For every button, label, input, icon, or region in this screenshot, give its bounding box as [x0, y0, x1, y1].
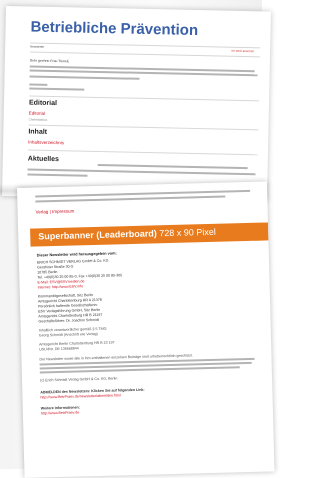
inhalt-link[interactable]: Inhaltsverzeichnis: [28, 139, 64, 145]
copyright: (c) Erich Schmidt Verlag GmbH & Co. KG, …: [39, 376, 118, 383]
newsletter-meta-bar: Newsletter Im Web ansehen: [30, 42, 261, 58]
editorial-link[interactable]: Editorial: [29, 111, 45, 116]
section-heading-editorial: Editorial: [28, 99, 58, 108]
aktuelles-line: [27, 173, 88, 177]
editorial-sub: Chefredaktion: [28, 117, 48, 122]
leaderboard-label: Superbanner (Leaderboard) 728 x 90 Pixel: [38, 227, 216, 242]
leaderboard-title: Superbanner (Leaderboard): [38, 228, 157, 242]
impressum-link[interactable]: Verlag | Impressum: [36, 209, 75, 215]
divider: [29, 95, 260, 102]
intro-line: [29, 83, 48, 86]
intro-line: [29, 75, 140, 80]
newsletter-preview-bottom: Verlag | Impressum Superbanner (Leaderbo…: [17, 181, 275, 478]
intro-line: [29, 87, 85, 91]
aktuelles-line: [97, 163, 248, 170]
background: Betriebliche Prävention Newsletter Im We…: [0, 0, 275, 478]
register-line: USt.IdNr. DE 136668844: [39, 346, 79, 352]
publisher-web-link[interactable]: Internet: http://www.ESV.info: [38, 284, 84, 289]
imprint-heading: Dieser Newsletter wird herausgegeben vom…: [36, 251, 117, 258]
section-heading-aktuelles: Aktuelles: [27, 155, 59, 164]
publisher-line: 10785 Berlin: [37, 269, 58, 275]
newsletter-title: Betriebliche Prävention: [30, 18, 199, 40]
divider: [27, 149, 258, 156]
leaderboard-ad-placeholder: Superbanner (Leaderboard) 728 x 90 Pixel: [30, 222, 269, 247]
legal-line: Geschäftsführer: Dr. Joachim Schmidt: [38, 317, 100, 324]
salutation: Sehr geehrte Frau Tümeli,: [29, 58, 70, 64]
web-view-link[interactable]: Im Web ansehen: [231, 49, 254, 53]
divider: [28, 124, 259, 131]
newsletter-preview-top: Betriebliche Prävention Newsletter Im We…: [2, 6, 271, 202]
more-info-link[interactable]: http://www.BetrPraev.de: [41, 410, 79, 415]
section-heading-inhalt: Inhalt: [28, 128, 48, 136]
newsletter-meta-left: Newsletter: [30, 44, 45, 49]
leaderboard-size: 728 x 90 Pixel: [159, 226, 216, 239]
unsubscribe-link[interactable]: http://www.BetrPraev.de/newsletter/abmel…: [40, 393, 120, 399]
publisher-line: Genthiner Straße 30 G: [37, 264, 74, 270]
register-line: Georg Schmidt (Anschrift wie Verlag): [38, 331, 98, 338]
